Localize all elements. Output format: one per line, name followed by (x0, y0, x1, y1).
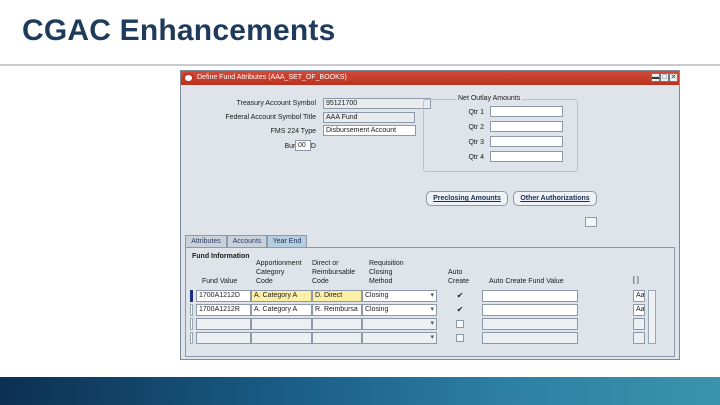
net-outlay-title: Net Outlay Amounts (456, 94, 523, 103)
col-requisition-2: Closing (369, 269, 393, 276)
col-direct-reimb-1: Direct or (312, 260, 339, 267)
direct-reimb-cell[interactable]: R. Reimbursa (312, 304, 362, 316)
tab-accounts[interactable]: Accounts (227, 235, 267, 247)
qtr3-field[interactable] (490, 136, 563, 147)
window-title: Define Fund Attributes (AAA_SET_OF_BOOKS… (197, 74, 347, 81)
tab-year-end[interactable]: Year End (267, 235, 307, 247)
qtr2-field[interactable] (490, 121, 563, 132)
footer-band (0, 377, 720, 405)
oracle-logo-icon (183, 73, 194, 83)
vertical-scrollbar[interactable] (648, 290, 656, 344)
qtr2-label: Qtr 2 (468, 124, 484, 131)
slide-title: CGAC Enhancements (22, 14, 336, 47)
col-apportionment-1: Apportionment (256, 260, 302, 267)
fund-attributes-window: Define Fund Attributes (AAA_SET_OF_BOOKS… (180, 70, 680, 360)
row-selector[interactable] (190, 290, 193, 302)
tab-attributes[interactable]: Attributes (185, 235, 227, 247)
extra-cell[interactable] (633, 332, 645, 344)
auto-create-checkbox[interactable]: ✔ (456, 306, 464, 314)
extra-cell[interactable] (633, 318, 645, 330)
col-apportionment-2: Category (256, 269, 285, 276)
direct-reimb-cell[interactable] (312, 332, 362, 344)
bureau-id-field[interactable]: 00 (295, 140, 311, 151)
auto-create-checkbox[interactable]: ✔ (456, 292, 464, 300)
apportionment-cell[interactable] (251, 332, 312, 344)
requisition-method-select[interactable]: Closing (362, 304, 437, 316)
auto-create-fund-value-cell[interactable] (482, 318, 578, 330)
requisition-method-select[interactable] (362, 332, 437, 344)
col-apportionment-3: Code (256, 278, 273, 285)
window-titlebar[interactable]: Define Fund Attributes (AAA_SET_OF_BOOKS… (181, 71, 679, 85)
fund-value-cell[interactable] (196, 332, 251, 344)
federal-account-symbol-title-field[interactable]: AAA Fund (323, 112, 415, 123)
extra-cell[interactable]: Aa (633, 304, 645, 316)
fund-value-cell[interactable] (196, 318, 251, 330)
qtr4-label: Qtr 4 (468, 154, 484, 161)
auto-create-checkbox[interactable] (456, 334, 464, 342)
preclosing-amounts-button[interactable]: Preclosing Amounts (426, 191, 508, 206)
qtr1-label: Qtr 1 (468, 109, 484, 116)
year-end-panel: Fund Information Fund Value Apportionmen… (185, 247, 675, 357)
apportionment-cell[interactable]: A. Category A (251, 290, 312, 302)
col-requisition-1: Requisition (369, 260, 404, 267)
treasury-account-symbol-field[interactable]: 95121700 (323, 98, 431, 109)
treasury-account-symbol-label: Treasury Account Symbol (236, 100, 317, 107)
fms-224-type-label: FMS 224 Type (270, 128, 316, 135)
fund-value-cell[interactable]: 1700A1212R (196, 304, 251, 316)
maximize-icon[interactable]: □ (660, 73, 669, 82)
close-icon[interactable]: ✕ (669, 73, 678, 82)
apportionment-cell[interactable]: A. Category A (251, 304, 312, 316)
auto-create-fund-value-cell[interactable] (482, 304, 578, 316)
fund-value-cell[interactable]: 1700A1212D (196, 290, 251, 302)
col-auto-create-2: Create (448, 278, 470, 285)
row-selector[interactable] (190, 304, 193, 316)
auto-create-fund-value-cell[interactable] (482, 332, 578, 344)
col-requisition-3: Method (369, 278, 393, 285)
requisition-method-select[interactable]: Closing (362, 290, 437, 302)
other-authorizations-button[interactable]: Other Authorizations (513, 191, 597, 206)
col-fund-value: Fund Value (202, 278, 238, 285)
col-extra: [ ] (633, 277, 639, 284)
auto-create-fund-value-cell[interactable] (482, 290, 578, 302)
fms-224-type-field[interactable]: Disbursement Account (323, 125, 416, 136)
row-selector[interactable] (190, 318, 193, 330)
apportionment-cell[interactable] (251, 318, 312, 330)
auto-create-checkbox[interactable] (456, 320, 464, 328)
direct-reimb-cell[interactable]: D. Direct (312, 290, 362, 302)
row-selector[interactable] (190, 332, 193, 344)
context-field-checkbox[interactable] (585, 217, 597, 227)
col-auto-create-1: Auto (448, 269, 463, 276)
qtr1-field[interactable] (490, 106, 563, 117)
title-divider (0, 64, 720, 66)
requisition-method-select[interactable] (362, 318, 437, 330)
federal-account-symbol-title-label: Federal Account Symbol Title (225, 114, 316, 121)
col-auto-create-fund-value: Auto Create Fund Value (489, 278, 564, 285)
direct-reimb-cell[interactable] (312, 318, 362, 330)
minimize-icon[interactable]: ▬ (651, 73, 660, 82)
extra-cell[interactable]: Aa (633, 290, 645, 302)
fund-information-title: Fund Information (192, 253, 250, 260)
qtr3-label: Qtr 3 (468, 139, 484, 146)
qtr4-field[interactable] (490, 151, 563, 162)
col-direct-reimb-3: Code (312, 278, 329, 285)
col-direct-reimb-2: Reimbursable (312, 269, 356, 276)
